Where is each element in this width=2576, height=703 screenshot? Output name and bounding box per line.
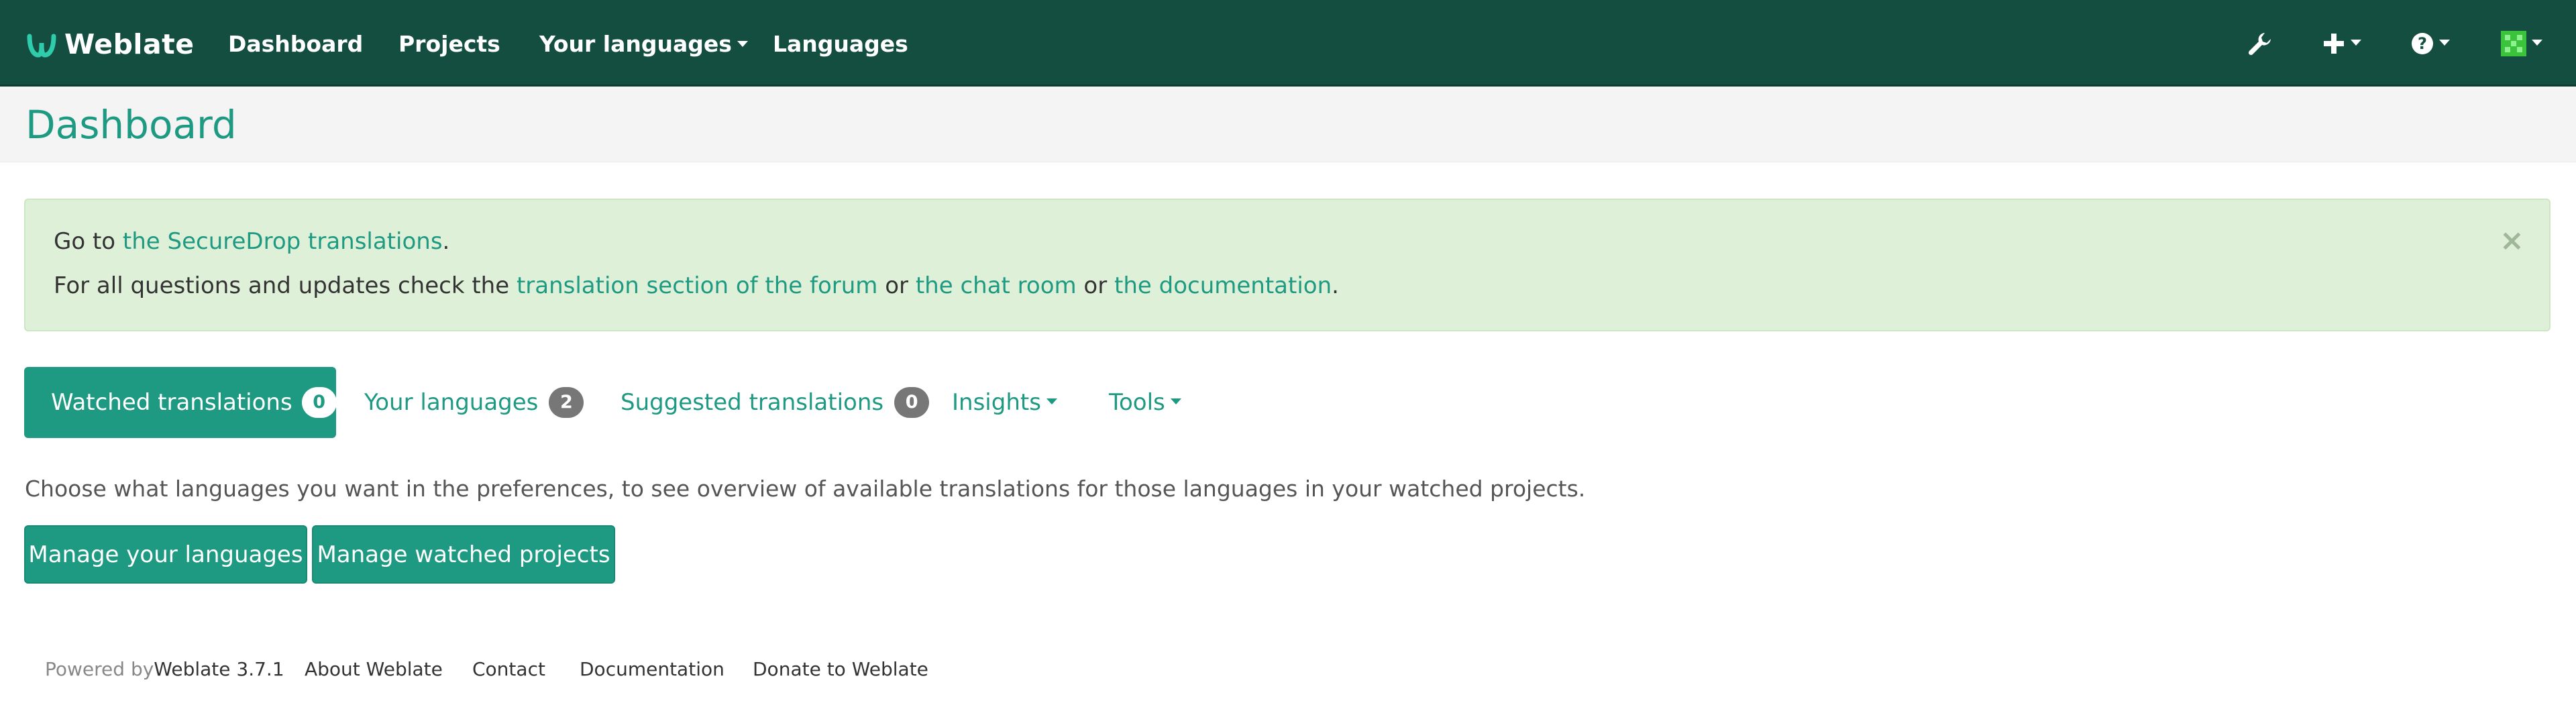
info-text: Choose what languages you want in the pr… [25, 476, 1586, 502]
donate-link[interactable]: Donate to Weblate [753, 655, 928, 682]
close-icon[interactable]: × [2500, 226, 2524, 256]
page-header: Dashboard [0, 87, 2576, 162]
tab-label: Your languages [364, 389, 539, 416]
tab-suggested-translations[interactable]: Suggested translations 0 [621, 367, 930, 438]
alert-text: . [1332, 272, 1339, 299]
nav-dashboard[interactable]: Dashboard [228, 30, 363, 59]
top-navbar: Weblate Dashboard Projects Your language… [0, 0, 2576, 87]
alert-text: or [1076, 272, 1115, 299]
chat-room-link[interactable]: the chat room [916, 272, 1077, 299]
chevron-down-icon [1046, 398, 1057, 404]
footer-powered-by: Powered by Weblate 3.7.1 [45, 655, 284, 682]
chevron-down-icon [737, 41, 748, 47]
tab-label: Insights [952, 389, 1041, 416]
manage-languages-button[interactable]: Manage your languages [24, 525, 307, 584]
documentation-link[interactable]: the documentation [1114, 272, 1332, 299]
about-weblate-link[interactable]: About Weblate [305, 655, 443, 682]
help-icon: ? [2412, 33, 2433, 54]
admin-tools-button[interactable] [2246, 28, 2273, 59]
alert-text: For all questions and updates check the [54, 272, 517, 299]
alert-text: or [877, 272, 916, 299]
add-menu-button[interactable] [2322, 28, 2361, 59]
brand-name: Weblate [64, 28, 195, 60]
weblate-logo-icon [27, 34, 56, 58]
count-badge: 2 [549, 387, 584, 418]
manage-watched-projects-button[interactable]: Manage watched projects [312, 525, 615, 584]
alert-line-2: For all questions and updates check the … [54, 272, 1339, 299]
help-menu-button[interactable]: ? [2411, 28, 2450, 59]
chevron-down-icon [2351, 39, 2361, 46]
info-alert: Go to the SecureDrop translations. For a… [24, 199, 2551, 331]
alert-text: Go to [54, 228, 123, 255]
wrench-icon [2248, 33, 2271, 56]
tab-watched-translations[interactable]: Watched translations 0 [24, 367, 337, 438]
tab-label: Suggested translations [621, 389, 884, 416]
tab-tools-dropdown[interactable]: Tools [1109, 367, 1181, 438]
tab-label: Watched translations [51, 389, 292, 416]
weblate-version-link[interactable]: Weblate 3.7.1 [154, 658, 284, 680]
securedrop-translations-link[interactable]: the SecureDrop translations [123, 228, 443, 255]
documentation-footer-link[interactable]: Documentation [580, 655, 724, 682]
user-menu-button[interactable] [2501, 28, 2542, 59]
tab-insights-dropdown[interactable]: Insights [952, 367, 1057, 438]
tab-label: Tools [1109, 389, 1165, 416]
nav-projects[interactable]: Projects [398, 30, 500, 59]
alert-text: . [442, 228, 450, 255]
svg-text:?: ? [2418, 34, 2427, 53]
page-title: Dashboard [25, 102, 237, 148]
contact-link[interactable]: Contact [472, 655, 545, 682]
plus-icon [2324, 34, 2344, 54]
nav-your-languages-dropdown[interactable]: Your languages [539, 30, 748, 59]
nav-languages[interactable]: Languages [773, 30, 908, 59]
nav-your-languages-label: Your languages [539, 31, 732, 57]
chevron-down-icon [2532, 39, 2542, 46]
forum-link[interactable]: translation section of the forum [517, 272, 878, 299]
count-badge: 0 [301, 387, 337, 418]
chevron-down-icon [1170, 398, 1181, 404]
tab-your-languages[interactable]: Your languages 2 [364, 367, 584, 438]
count-badge: 0 [894, 387, 930, 418]
brand-home-link[interactable]: Weblate [25, 25, 195, 63]
chevron-down-icon [2439, 39, 2450, 46]
alert-line-1: Go to the SecureDrop translations. [54, 228, 449, 255]
powered-by-text: Powered by [45, 657, 154, 680]
avatar-icon [2501, 31, 2526, 56]
